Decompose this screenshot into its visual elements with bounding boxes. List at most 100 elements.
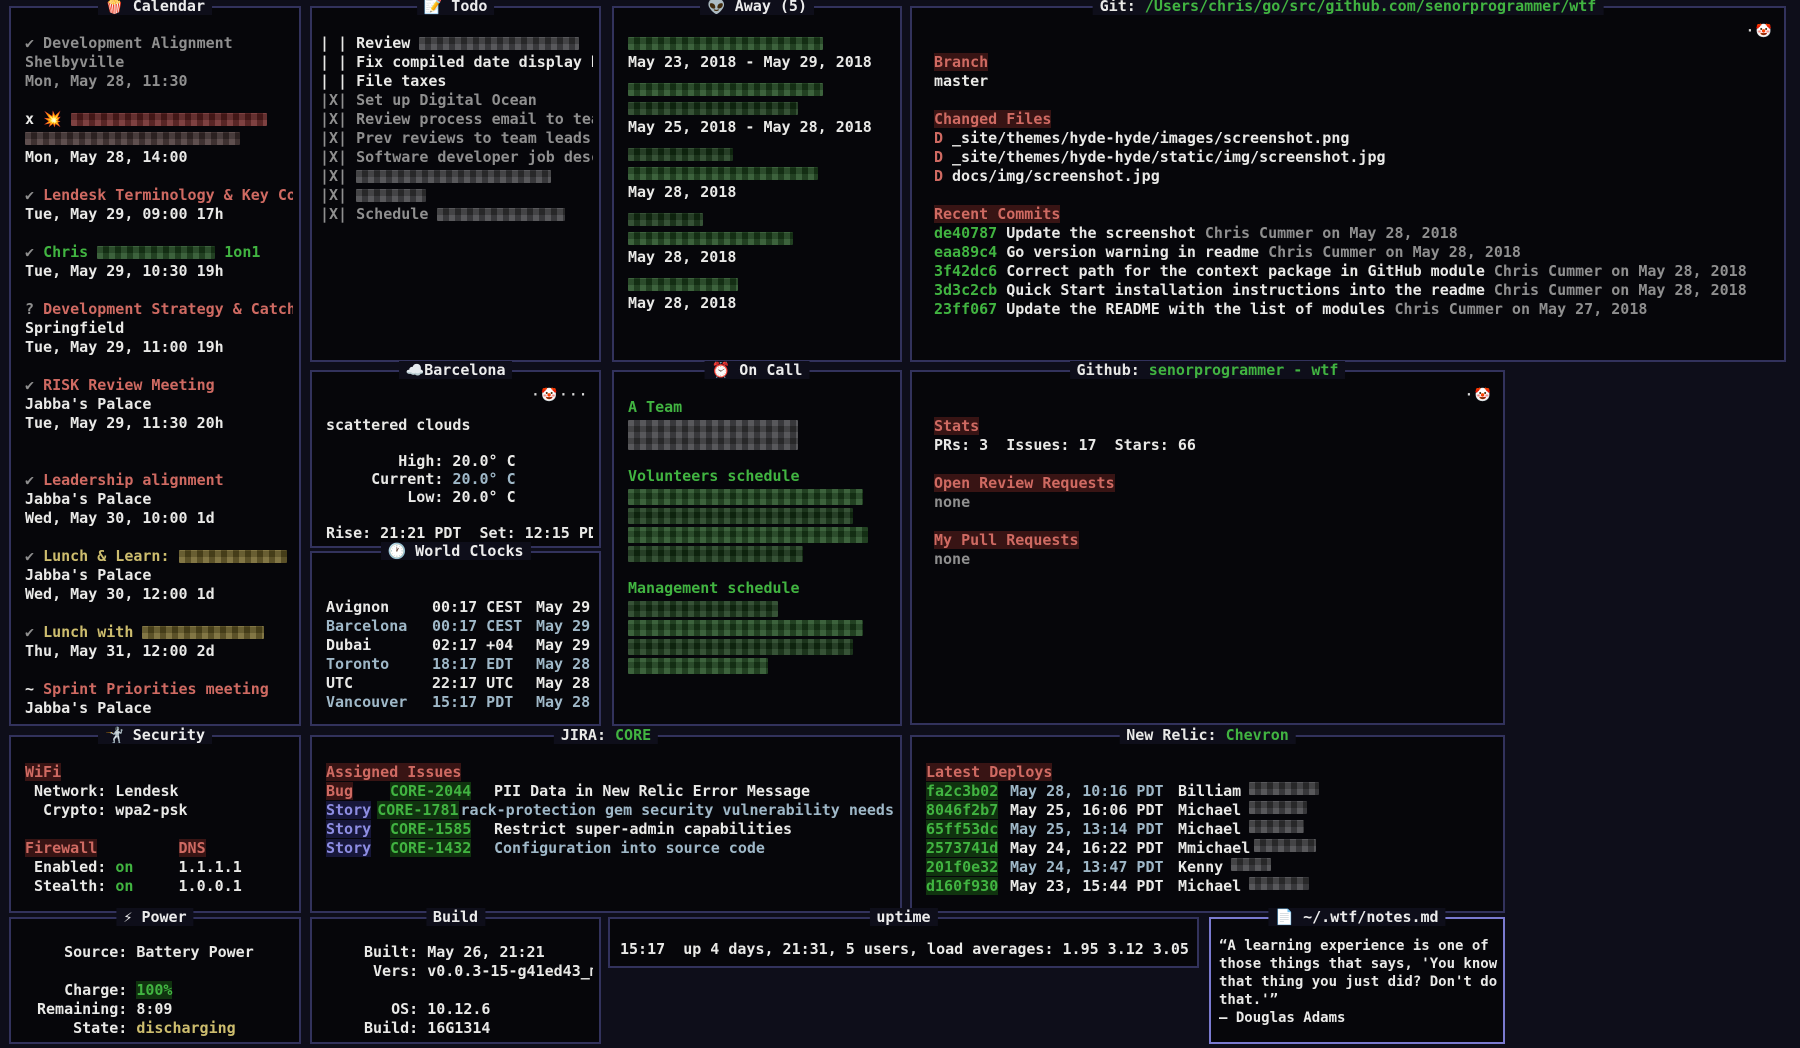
redacted-block xyxy=(25,132,240,145)
weather-panel[interactable]: ☁️Barcelona ·🤡··· scattered clouds High:… xyxy=(310,370,601,548)
weather-panel-title: ☁️Barcelona xyxy=(399,361,513,379)
file-status: D xyxy=(934,148,943,166)
todo-item[interactable]: |X| Schedule xyxy=(320,205,593,224)
deploy-row: fa2c3b02May 28, 10:16 PDTBilliam xyxy=(926,782,1497,801)
github-panel[interactable]: Github: senorprogrammer - wtf ·🤡 Stats P… xyxy=(910,370,1505,725)
collision-icon: 💥 xyxy=(43,110,62,128)
todo-item[interactable]: |X| Review process email to team xyxy=(320,110,593,129)
weather-sunrise-sunset: Rise: 21:21 PDT Set: 12:15 PDT xyxy=(326,524,593,542)
todo-item[interactable]: | | Review xyxy=(320,34,593,53)
issue-key: CORE-1585 xyxy=(390,820,471,838)
power-panel[interactable]: ⚡ Power Source: Battery Power Charge: 10… xyxy=(9,917,301,1044)
clock-row: Dubai02:17 +04May 29 xyxy=(326,636,593,655)
away-person xyxy=(628,210,894,229)
todo-item[interactable]: |X| Prev reviews to team leads xyxy=(320,129,593,148)
notes-panel[interactable]: 📄 ~/.wtf/notes.md “A learning experience… xyxy=(1209,917,1505,1044)
security-crypto-line: Crypto: wpa2-psk xyxy=(25,801,293,820)
build-panel[interactable]: Build Built: May 26, 21:21 Vers: v0.0.3-… xyxy=(310,917,601,1044)
git-content: Branch master Changed Files D_site/theme… xyxy=(912,8,1784,360)
page-icon: 📄 xyxy=(1275,908,1294,926)
weather-high: High: 20.0° C xyxy=(326,452,593,470)
power-panel-title: ⚡ Power xyxy=(116,908,193,926)
away-person xyxy=(628,34,894,53)
calendar-event-time: Wed, May 30, 10:00 1d xyxy=(25,509,293,528)
cloud-icon: ☁️ xyxy=(406,361,425,379)
redacted-block xyxy=(1249,782,1319,795)
todo-panel-title: 📝 Todo xyxy=(417,0,495,15)
github-stats-header: Stats xyxy=(934,417,1497,436)
uptime-panel[interactable]: uptime 15:17 up 4 days, 21:31, 5 users, … xyxy=(608,917,1199,968)
jira-issue-row[interactable]: BugCORE-2044PII Data in New Relic Error … xyxy=(326,782,894,801)
calendar-event-time: Tue, May 29, 11:30 20h xyxy=(25,414,293,433)
jira-issue-row[interactable]: StoryCORE-1432Configuration into source … xyxy=(326,839,894,858)
refresh-spinner-icon: ·🤡··· xyxy=(532,388,590,403)
calendar-event-location: Springfield xyxy=(25,319,293,338)
git-changed-file: Ddocs/img/screenshot.jpg xyxy=(934,167,1778,186)
todo-panel[interactable]: 📝 Todo | | Review | | Fix compiled date … xyxy=(310,6,601,362)
git-commit-row: de40787Update the screenshotChris Cummer… xyxy=(934,224,1778,243)
redacted-block xyxy=(71,113,267,126)
calendar-event-title: x 💥 xyxy=(25,110,293,129)
todo-checkbox: | | xyxy=(320,34,347,52)
away-person xyxy=(628,99,894,118)
calendar-event-title: ✔ Lunch & Learn: xyxy=(25,547,293,566)
calendar-panel[interactable]: 🍿 Calendar ✔ Development Alignment Shelb… xyxy=(9,6,301,726)
commit-hash: 3f42dc6 xyxy=(934,262,997,280)
fencer-icon: 🤺 xyxy=(105,726,124,744)
github-stats-line: PRs: 3 Issues: 17 Stars: 66 xyxy=(934,436,1497,455)
away-dates: May 28, 2018 xyxy=(628,294,894,313)
todo-checkbox: |X| xyxy=(320,148,347,166)
world-clocks-panel[interactable]: 🕐 World Clocks Avignon00:17 CESTMay 29 B… xyxy=(310,551,601,726)
away-panel-title: 👽 Away (5) xyxy=(700,0,814,15)
security-panel[interactable]: 🤺 Security WiFi Network: Lendesk Crypto:… xyxy=(9,735,301,913)
redacted-block xyxy=(628,508,853,524)
calendar-event-time: Mon, May 28, 14:00 xyxy=(25,148,293,167)
todo-item[interactable]: |X| Software developer job desc xyxy=(320,148,593,167)
redacted-block xyxy=(628,639,853,655)
build-number-line: Build: 16G1314 xyxy=(364,1019,593,1038)
redacted-block xyxy=(628,167,818,180)
todo-item[interactable]: | | File taxes xyxy=(320,72,593,91)
security-content: WiFi Network: Lendesk Crypto: wpa2-psk F… xyxy=(11,737,299,911)
calendar-event-title: ? Development Strategy & Catch U xyxy=(25,300,293,319)
power-content: Source: Battery Power Charge: 100% Remai… xyxy=(11,919,299,1042)
redacted-block xyxy=(628,278,738,291)
redacted-block xyxy=(419,37,579,50)
away-panel[interactable]: 👽 Away (5) May 23, 2018 - May 29, 2018 M… xyxy=(612,6,902,362)
jira-panel[interactable]: JIRA: CORE Assigned Issues BugCORE-2044P… xyxy=(310,735,902,913)
issue-key: CORE-1432 xyxy=(390,839,471,857)
redacted-block xyxy=(437,208,565,221)
calendar-event-title: ✔ Development Alignment xyxy=(25,34,293,53)
redacted-block xyxy=(1254,839,1316,852)
jira-issue-row[interactable]: StoryCORE-1585Restrict super-admin capab… xyxy=(326,820,894,839)
github-panel-title: Github: senorprogrammer - wtf xyxy=(1070,361,1346,379)
issue-type-badge: Story xyxy=(326,839,371,857)
jira-issue-row[interactable]: StoryCORE-1781rack-protection gem securi… xyxy=(326,801,894,820)
todo-checkbox: |X| xyxy=(320,110,347,128)
power-source-line: Source: Battery Power xyxy=(37,943,293,962)
git-panel[interactable]: Git: /Users/chris/go/src/github.com/seno… xyxy=(910,6,1786,362)
clock-row: Barcelona00:17 CESTMay 29 xyxy=(326,617,593,636)
todo-item[interactable]: |X| xyxy=(320,167,593,186)
todo-item[interactable]: |X| Set up Digital Ocean xyxy=(320,91,593,110)
todo-item[interactable]: | | Fix compiled date display bug xyxy=(320,53,593,72)
memo-icon: 📝 xyxy=(424,0,443,15)
calendar-panel-title: 🍿 Calendar xyxy=(98,0,212,15)
redacted-block xyxy=(1249,801,1307,814)
redacted-block xyxy=(628,546,803,562)
todo-item[interactable]: |X| xyxy=(320,186,593,205)
deploy-row: 201f0e32May 24, 13:47 PDTKenny xyxy=(926,858,1497,877)
redacted-block xyxy=(628,420,798,450)
clock-row: UTC22:17 UTCMay 28 xyxy=(326,674,593,693)
redacted-block xyxy=(1249,820,1304,833)
git-branch-name: master xyxy=(934,72,1778,91)
away-person xyxy=(628,145,894,164)
calendar-event-time: Tue, May 29, 09:00 17h xyxy=(25,205,293,224)
new-relic-panel[interactable]: New Relic: Chevron Latest Deploys fa2c3b… xyxy=(910,735,1505,913)
popcorn-icon: 🍿 xyxy=(105,0,124,15)
git-branch-header: Branch xyxy=(934,53,1778,72)
github-repo-name: senorprogrammer - wtf xyxy=(1149,361,1339,379)
on-call-panel[interactable]: ⏰ On Call A Team Volunteers schedule Man… xyxy=(612,370,902,726)
file-status: D xyxy=(934,167,943,185)
todo-checkbox: |X| xyxy=(320,205,347,223)
